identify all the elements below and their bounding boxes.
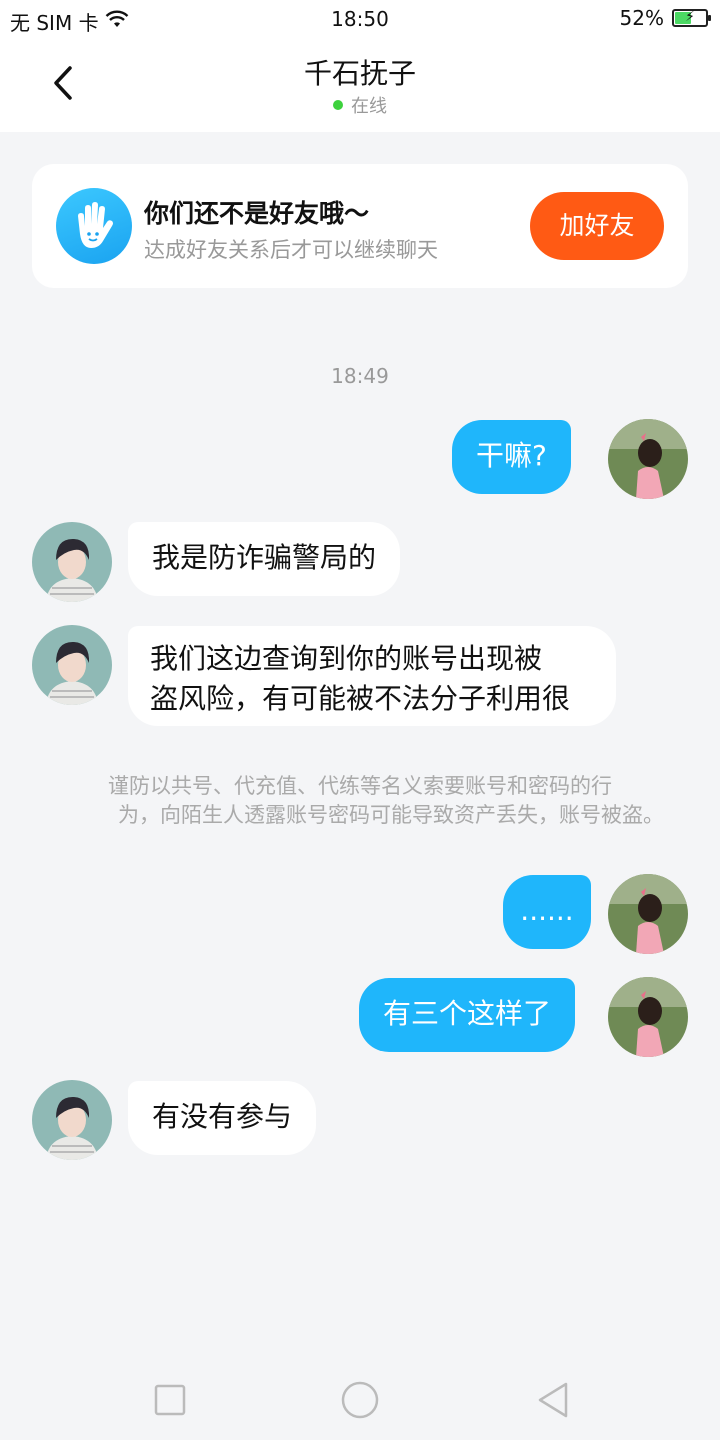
circle-home-icon xyxy=(341,1381,379,1419)
security-warning: 谨防以共号、代充值、代练等名义索要账号和密码的行 为，向陌生人透露账号密码可能导… xyxy=(56,772,664,834)
message-line: 盗风险，有可能被不法分子利用很 xyxy=(150,682,571,715)
my-avatar[interactable] xyxy=(608,977,688,1057)
home-button[interactable] xyxy=(338,1378,382,1422)
battery-charging-icon: ⚡ xyxy=(672,9,711,27)
chat-header: 千石抚子 在线 xyxy=(0,38,720,132)
chat-timestamp: 18:49 xyxy=(331,364,389,388)
add-friend-button[interactable]: 加好友 xyxy=(530,192,664,260)
online-label: 在线 xyxy=(351,96,387,117)
recents-button[interactable] xyxy=(148,1378,192,1422)
status-right: 52% ⚡ xyxy=(619,6,711,30)
system-nav-bar xyxy=(0,1360,720,1440)
square-recents-icon xyxy=(154,1384,186,1416)
message-bubble-outgoing[interactable]: 有三个这样了 xyxy=(359,978,576,1052)
battery-percent: 52% xyxy=(619,6,664,30)
online-dot-icon xyxy=(333,100,343,110)
warning-line: 谨防以共号、代充值、代练等名义索要账号和密码的行 xyxy=(108,774,612,798)
nav-back-button[interactable] xyxy=(530,1378,574,1422)
message-bubble-outgoing[interactable]: ...... xyxy=(503,875,591,949)
online-status: 在线 xyxy=(0,92,720,118)
contact-avatar[interactable] xyxy=(32,1080,112,1160)
my-avatar[interactable] xyxy=(608,419,688,499)
message-bubble-incoming[interactable]: 我们这边查询到你的账号出现被 盗风险，有可能被不法分子利用很 xyxy=(128,626,616,726)
bolt-icon: ⚡ xyxy=(685,9,695,25)
my-avatar[interactable] xyxy=(608,874,688,954)
status-bar: 无 SIM 卡 18:50 52% ⚡ xyxy=(0,0,720,38)
message-line: 我们这边查询到你的账号出现被 xyxy=(150,642,543,675)
message-bubble-outgoing[interactable]: 干嘛? xyxy=(452,420,571,494)
friend-request-card: 你们还不是好友哦～ 达成好友关系后才可以继续聊天 加好友 xyxy=(32,164,688,288)
waving-hand-icon xyxy=(56,188,132,264)
friend-card-subtitle: 达成好友关系后才可以继续聊天 xyxy=(144,238,438,262)
contact-name: 千石抚子 xyxy=(303,57,416,90)
warning-line: 为，向陌生人透露账号密码可能导致资产丢失，账号被盗。 xyxy=(118,803,664,827)
message-bubble-incoming[interactable]: 我是防诈骗警局的 xyxy=(128,522,401,596)
clock: 18:50 xyxy=(331,7,389,31)
triangle-back-icon xyxy=(538,1382,568,1418)
contact-avatar[interactable] xyxy=(32,625,112,705)
contact-avatar[interactable] xyxy=(32,522,112,602)
friend-card-title: 你们还不是好友哦～ xyxy=(144,199,370,228)
message-bubble-incoming[interactable]: 有没有参与 xyxy=(128,1081,317,1155)
